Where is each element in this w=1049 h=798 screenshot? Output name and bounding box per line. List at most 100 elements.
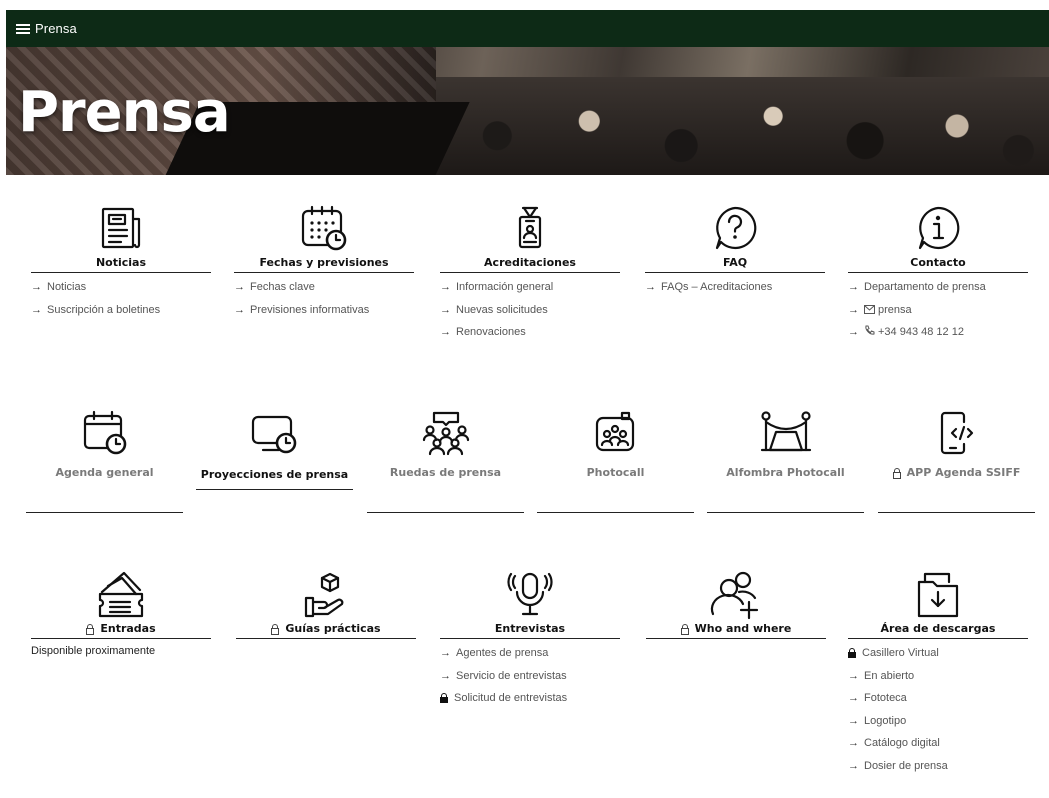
phone-icon: [865, 325, 875, 335]
link-item[interactable]: → Renovaciones: [440, 321, 620, 344]
add-user-icon: [710, 571, 759, 620]
unlock-icon: [680, 624, 689, 635]
availability-note: Disponible proximamente: [31, 645, 156, 657]
link-item[interactable]: Casillero Virtual: [848, 642, 1028, 665]
section-guias: Guías prácticas: [236, 570, 416, 639]
link-item[interactable]: → Dosier de prensa: [848, 755, 1028, 778]
link-item[interactable]: → Logotipo: [848, 710, 1028, 733]
arrow-right-icon: →: [848, 759, 859, 772]
tile-divider: [26, 512, 183, 513]
arrow-right-icon: →: [848, 326, 859, 338]
tile-title: Proyecciones de prensa: [200, 468, 349, 481]
link-item[interactable]: → Previsiones informativas: [234, 299, 414, 322]
section-title[interactable]: Entrevistas: [440, 622, 620, 635]
arrow-right-icon: →: [31, 303, 42, 316]
tile-title: Agenda general: [55, 466, 154, 479]
section-title[interactable]: Área de descargas: [848, 622, 1028, 635]
link-item[interactable]: → Departamento de prensa: [848, 276, 1028, 299]
link-item[interactable]: Solicitud de entrevistas: [440, 687, 620, 710]
hero-title: Prensa: [18, 80, 231, 145]
section-title[interactable]: FAQ: [645, 256, 825, 269]
section-divider: [646, 638, 826, 639]
tile-ruedas-de-prensa[interactable]: Ruedas de prensa: [367, 410, 524, 513]
tile-title: APP Agenda SSIFF: [878, 466, 1035, 479]
arrow-right-icon: →: [848, 303, 859, 316]
link-item[interactable]: → Fototeca: [848, 687, 1028, 710]
tile-proyecciones[interactable]: Proyecciones de prensa: [196, 410, 353, 490]
tile-divider: [707, 512, 864, 513]
tile-title: Photocall: [586, 466, 645, 479]
lock-icon: [848, 648, 856, 658]
section-title[interactable]: Entradas: [31, 622, 211, 635]
arrow-right-icon: →: [440, 281, 451, 293]
press-conference-icon: [422, 411, 469, 456]
page-frame: Prensa Prensa Noticias → Noticias → Suscri…: [6, 10, 1049, 798]
tile-title: Alfombra Photocall: [726, 466, 845, 479]
link-item[interactable]: → Información general: [440, 276, 620, 299]
section-noticias: Noticias → Noticias → Suscripción a boleti…: [31, 205, 211, 321]
link-item[interactable]: → Catálogo digital: [848, 732, 1028, 755]
section-title[interactable]: Contacto: [848, 256, 1028, 269]
arrow-right-icon: →: [440, 669, 451, 682]
microphone-icon: [507, 572, 553, 616]
tile-title: Ruedas de prensa: [389, 466, 502, 479]
link-item[interactable]: → Fechas clave: [234, 276, 414, 299]
section-faq: FAQ → FAQs – Acreditaciones: [645, 205, 825, 299]
unlock-icon: [271, 624, 280, 635]
email-link[interactable]: → prensa: [848, 299, 1028, 322]
arrow-right-icon: →: [440, 326, 451, 338]
arrow-right-icon: →: [440, 303, 451, 316]
link-item[interactable]: → Suscripción a boletines: [31, 299, 211, 322]
section-acreditaciones: Acreditaciones → Información general → Nue…: [440, 205, 620, 344]
newspaper-icon: [101, 207, 141, 249]
tile-app-agenda[interactable]: APP Agenda SSIFF: [878, 410, 1035, 513]
tile-photocall[interactable]: Photocall: [537, 410, 694, 513]
screen-clock-icon: [251, 415, 296, 454]
link-item[interactable]: → Noticias: [31, 276, 211, 299]
arrow-right-icon: →: [440, 647, 451, 659]
badge-lanyard-icon: [518, 206, 542, 249]
envelope-icon: [864, 304, 875, 314]
question-circle-icon: [715, 206, 757, 250]
section-divider: [848, 638, 1028, 639]
download-folder-icon: [917, 572, 959, 618]
section-divider: [645, 272, 825, 273]
unlock-icon: [86, 624, 95, 635]
menu-label[interactable]: Prensa: [35, 21, 77, 36]
section-title[interactable]: Acreditaciones: [440, 256, 620, 269]
link-item[interactable]: → Servicio de entrevistas: [440, 665, 620, 688]
section-descargas: Área de descargas Casillero Virtual → En …: [848, 570, 1028, 777]
section-divider: [440, 638, 620, 639]
arrow-right-icon: →: [848, 281, 859, 293]
tile-alfombra-photocall[interactable]: Alfombra Photocall: [707, 410, 864, 513]
phone-link[interactable]: → +34 943 48 12 12: [848, 321, 1028, 344]
info-circle-icon: [918, 206, 960, 250]
section-fechas: Fechas y previsiones → Fechas clave → Prev…: [234, 205, 414, 321]
section-contacto: Contacto → Departamento de prensa → prensa…: [848, 205, 1028, 344]
arrow-right-icon: →: [31, 281, 42, 293]
tickets-icon: [98, 571, 144, 618]
arrow-right-icon: →: [848, 669, 859, 682]
link-item[interactable]: → FAQs – Acreditaciones: [645, 276, 825, 299]
link-item[interactable]: → Nuevas solicitudes: [440, 299, 620, 322]
red-carpet-icon: [760, 411, 811, 452]
hand-box-icon: [304, 572, 344, 618]
tile-agenda-general[interactable]: Agenda general: [26, 410, 183, 513]
hero-photographers-crowd: [436, 77, 1049, 175]
arrow-right-icon: →: [848, 737, 859, 749]
tile-divider: [537, 512, 694, 513]
section-title[interactable]: Who and where: [646, 622, 826, 635]
section-title[interactable]: Fechas y previsiones: [234, 256, 414, 269]
section-entrevistas: Entrevistas → Agentes de prensa → Servicio…: [440, 570, 620, 710]
section-title[interactable]: Noticias: [31, 256, 211, 269]
link-item[interactable]: → En abierto: [848, 665, 1028, 688]
lock-icon: [440, 693, 448, 703]
arrow-right-icon: →: [234, 303, 245, 316]
mobile-code-icon: [940, 411, 973, 455]
link-item[interactable]: → Agentes de prensa: [440, 642, 620, 665]
section-divider: [234, 272, 414, 273]
tile-divider: [367, 512, 524, 513]
section-title[interactable]: Guías prácticas: [236, 622, 416, 635]
top-menu-bar[interactable]: Prensa: [6, 10, 1049, 47]
hamburger-menu-icon[interactable]: [16, 23, 30, 35]
